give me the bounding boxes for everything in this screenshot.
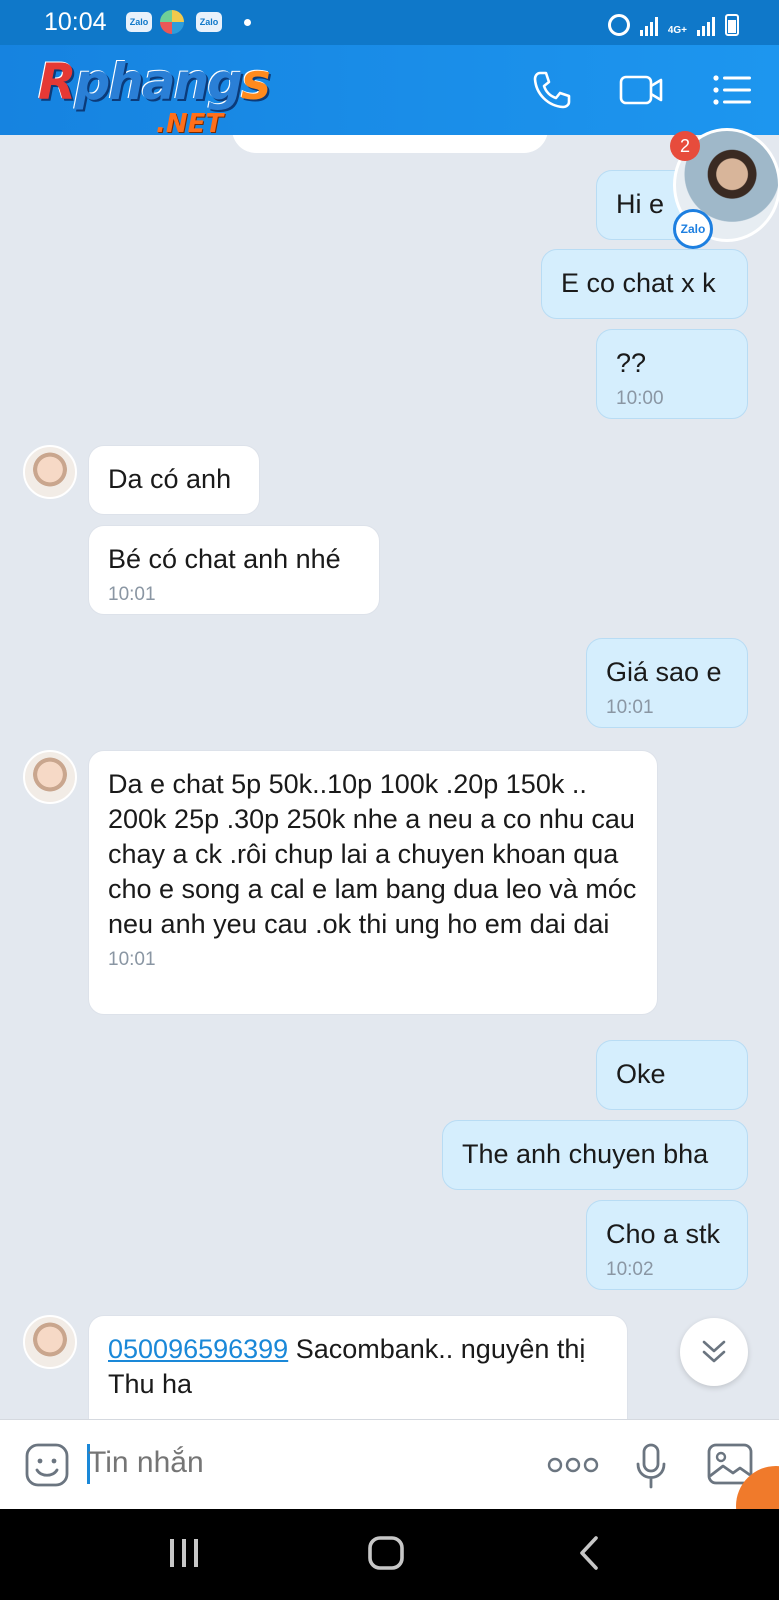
message-text: Da có anh (108, 464, 232, 494)
watermark-logo: Rphangs .NET (38, 53, 271, 139)
floating-chat-head[interactable]: 2 Zalo (670, 128, 779, 249)
phone-icon[interactable] (528, 67, 574, 113)
contact-avatar[interactable] (23, 445, 77, 499)
video-call-icon[interactable] (618, 67, 664, 113)
outgoing-message[interactable]: Oke (596, 1040, 748, 1110)
alarm-icon (607, 14, 630, 36)
system-navigation-bar (0, 1509, 779, 1600)
message-text: Da e chat 5p 50k..10p 100k .20p 150k .. … (108, 769, 637, 939)
status-time: 10:04 (44, 8, 107, 36)
outgoing-message[interactable]: E co chat x k (541, 249, 748, 319)
more-options-icon[interactable] (546, 1450, 600, 1480)
message-time: 10:01 (606, 697, 654, 718)
previous-message-bubble (232, 135, 548, 153)
message-time: 10:00 (616, 388, 664, 409)
outgoing-message[interactable]: Cho a stk 10:02 (586, 1200, 748, 1290)
outgoing-message[interactable]: ?? 10:00 (596, 329, 748, 419)
message-time: 10:01 (108, 584, 156, 605)
contact-avatar[interactable] (23, 750, 77, 804)
signal-icon (697, 16, 715, 36)
incoming-message[interactable]: Da e chat 5p 50k..10p 100k .20p 150k .. … (88, 750, 658, 1015)
signal-icon (639, 16, 658, 36)
incoming-message[interactable]: 050096596399 Sacombank.. nguyên thị Thu … (88, 1315, 628, 1419)
browser-notification-icon (160, 10, 184, 34)
home-icon[interactable] (366, 1533, 406, 1573)
message-time: 10:01 (108, 949, 156, 970)
outgoing-message[interactable]: Giá sao e 10:01 (586, 638, 748, 728)
message-text: Bé có chat anh nhé (108, 544, 341, 574)
scroll-to-bottom-button[interactable] (680, 1318, 748, 1386)
message-text: Cho a stk (606, 1219, 721, 1249)
message-time: 10:02 (606, 1259, 654, 1280)
microphone-icon[interactable] (634, 1442, 668, 1490)
chat-header: Rphangs .NET (0, 45, 779, 139)
status-bar: 10:04 Zalo Zalo 4G+ (0, 0, 779, 45)
incoming-message[interactable]: Da có anh (88, 445, 260, 515)
outgoing-message[interactable]: The anh chuyen bha (442, 1120, 748, 1190)
menu-icon[interactable] (710, 67, 756, 113)
zalo-notification-icon: Zalo (126, 12, 152, 32)
message-text: The anh chuyen bha (462, 1139, 709, 1169)
chevron-double-down-icon (702, 1340, 726, 1363)
message-text: Hi e (616, 189, 665, 219)
message-text: Oke (616, 1059, 666, 1089)
message-composer (0, 1419, 779, 1509)
more-notifications-dot (244, 19, 251, 26)
account-number-link[interactable]: 050096596399 (108, 1334, 288, 1364)
zalo-icon: Zalo (673, 209, 713, 249)
message-list[interactable]: Hi e E co chat x k ?? 10:00 Da có anh Bé… (0, 135, 779, 1419)
zalo-notification-icon: Zalo (196, 12, 222, 32)
message-input[interactable] (88, 1446, 508, 1480)
sticker-icon[interactable] (24, 1442, 70, 1488)
incoming-message[interactable]: Bé có chat anh nhé 10:01 (88, 525, 380, 615)
contact-avatar[interactable] (23, 1315, 77, 1369)
back-icon[interactable] (570, 1533, 610, 1573)
network-type: 4G+ (667, 25, 687, 36)
battery-icon (725, 14, 739, 36)
recent-apps-icon[interactable] (164, 1533, 204, 1573)
message-text: Giá sao e (606, 657, 722, 687)
status-indicators: 4G+ (607, 10, 739, 36)
message-text: E co chat x k (561, 268, 716, 298)
message-text: ?? (616, 348, 647, 378)
unread-badge: 2 (670, 131, 700, 161)
